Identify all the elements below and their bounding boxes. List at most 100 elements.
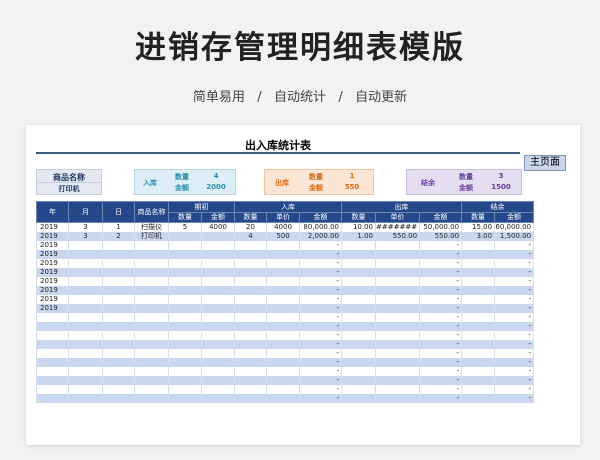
table-cell[interactable]: 扫描仪 xyxy=(134,222,169,232)
table-cell[interactable] xyxy=(461,313,496,322)
table-cell[interactable] xyxy=(341,367,376,376)
table-cell[interactable] xyxy=(168,259,202,268)
table-cell[interactable] xyxy=(68,358,103,367)
table-cell[interactable] xyxy=(201,277,235,286)
table-cell[interactable] xyxy=(134,304,169,313)
table-cell[interactable] xyxy=(168,241,202,250)
table-cell[interactable] xyxy=(234,385,267,394)
table-cell[interactable] xyxy=(234,286,267,295)
table-cell[interactable] xyxy=(234,394,267,403)
table-cell[interactable] xyxy=(102,394,135,403)
table-cell[interactable] xyxy=(374,241,421,250)
table-cell[interactable]: - xyxy=(494,277,535,286)
table-cell[interactable] xyxy=(374,313,421,322)
table-cell[interactable] xyxy=(168,385,202,394)
table-cell[interactable] xyxy=(266,286,300,295)
table-cell[interactable] xyxy=(341,250,376,259)
table-cell[interactable]: - xyxy=(494,322,535,331)
table-cell[interactable]: 1 xyxy=(102,222,135,232)
table-cell[interactable]: - xyxy=(299,367,342,376)
table-cell[interactable] xyxy=(102,367,135,376)
table-cell[interactable] xyxy=(374,304,421,313)
table-cell[interactable] xyxy=(461,376,496,385)
table-cell[interactable] xyxy=(102,259,135,268)
table-cell[interactable] xyxy=(134,295,169,304)
table-cell[interactable]: 500 xyxy=(266,232,300,241)
table-cell[interactable] xyxy=(36,349,69,358)
table-cell[interactable] xyxy=(168,394,202,403)
table-cell[interactable]: - xyxy=(299,322,342,331)
table-cell[interactable]: 4000 xyxy=(266,222,300,232)
table-cell[interactable] xyxy=(341,358,376,367)
table-cell[interactable] xyxy=(266,313,300,322)
table-cell[interactable]: - xyxy=(299,304,342,313)
table-cell[interactable] xyxy=(102,322,135,331)
table-cell[interactable]: 2019 xyxy=(36,222,69,232)
table-cell[interactable] xyxy=(461,241,496,250)
table-cell[interactable] xyxy=(266,331,300,340)
table-cell[interactable] xyxy=(201,250,235,259)
table-cell[interactable]: - xyxy=(494,349,535,358)
table-cell[interactable] xyxy=(234,376,267,385)
table-cell[interactable] xyxy=(168,286,202,295)
table-cell[interactable] xyxy=(374,259,421,268)
table-cell[interactable] xyxy=(374,268,421,277)
table-cell[interactable] xyxy=(134,349,169,358)
table-cell[interactable] xyxy=(266,376,300,385)
table-cell[interactable] xyxy=(341,349,376,358)
table-cell[interactable] xyxy=(374,295,421,304)
table-cell[interactable] xyxy=(234,313,267,322)
table-cell[interactable] xyxy=(134,241,169,250)
table-cell[interactable] xyxy=(461,268,496,277)
table-cell[interactable]: - xyxy=(494,295,535,304)
table-cell[interactable]: - xyxy=(494,331,535,340)
table-cell[interactable] xyxy=(266,367,300,376)
table-cell[interactable] xyxy=(102,241,135,250)
table-cell[interactable] xyxy=(168,268,202,277)
table-cell[interactable] xyxy=(234,250,267,259)
table-cell[interactable]: 20 xyxy=(234,222,267,232)
table-cell[interactable] xyxy=(341,331,376,340)
table-cell[interactable] xyxy=(201,385,235,394)
table-cell[interactable] xyxy=(68,349,103,358)
table-cell[interactable]: - xyxy=(494,250,535,259)
table-cell[interactable] xyxy=(374,322,421,331)
table-cell[interactable] xyxy=(374,331,421,340)
table-cell[interactable] xyxy=(168,250,202,259)
table-cell[interactable] xyxy=(68,277,103,286)
table-cell[interactable]: 2019 xyxy=(36,304,69,313)
table-cell[interactable]: - xyxy=(299,286,342,295)
table-cell[interactable] xyxy=(68,241,103,250)
table-cell[interactable] xyxy=(461,331,496,340)
table-cell[interactable]: - xyxy=(494,340,535,349)
home-page-button[interactable]: 主页面 xyxy=(524,155,566,171)
table-cell[interactable]: 50,000.00 xyxy=(419,222,463,232)
table-cell[interactable] xyxy=(168,304,202,313)
table-cell[interactable] xyxy=(234,277,267,286)
table-cell[interactable] xyxy=(102,268,135,277)
table-cell[interactable] xyxy=(36,331,69,340)
table-cell[interactable] xyxy=(234,322,267,331)
table-cell[interactable] xyxy=(201,259,235,268)
table-cell[interactable]: - xyxy=(494,394,535,403)
table-cell[interactable]: 2019 xyxy=(36,268,69,277)
table-cell[interactable] xyxy=(168,313,202,322)
table-cell[interactable]: - xyxy=(419,331,463,340)
table-cell[interactable]: - xyxy=(494,358,535,367)
table-cell[interactable]: - xyxy=(299,277,342,286)
table-cell[interactable]: - xyxy=(299,331,342,340)
table-cell[interactable] xyxy=(234,340,267,349)
table-cell[interactable] xyxy=(234,259,267,268)
table-cell[interactable] xyxy=(134,286,169,295)
table-cell[interactable] xyxy=(201,358,235,367)
table-cell[interactable]: - xyxy=(494,313,535,322)
table-cell[interactable]: - xyxy=(299,394,342,403)
table-cell[interactable]: 3 xyxy=(68,232,103,241)
table-cell[interactable] xyxy=(234,358,267,367)
table-cell[interactable] xyxy=(461,304,496,313)
table-cell[interactable] xyxy=(168,340,202,349)
table-cell[interactable]: - xyxy=(419,304,463,313)
table-cell[interactable]: - xyxy=(299,250,342,259)
table-cell[interactable] xyxy=(374,250,421,259)
table-cell[interactable]: - xyxy=(494,259,535,268)
